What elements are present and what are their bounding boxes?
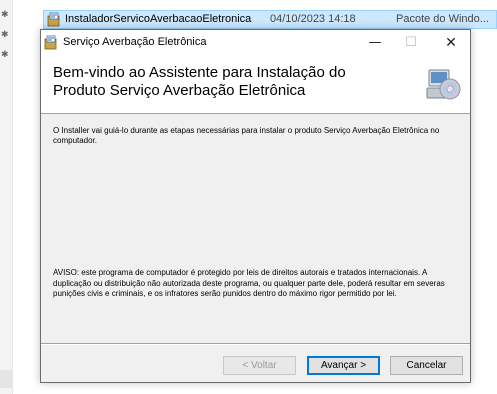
installer-dialog: Serviço Averbação Eletrônica — ☐ ✕ Bem-v… bbox=[40, 29, 471, 383]
cancel-button[interactable]: Cancelar bbox=[390, 356, 463, 375]
file-type: Pacote do Windo... bbox=[396, 13, 489, 25]
pin-icon[interactable]: ✱ bbox=[1, 10, 11, 20]
window-title: Serviço Averbação Eletrônica bbox=[63, 36, 207, 48]
pin-icon[interactable]: ✱ bbox=[1, 50, 11, 60]
maximize-button: ☐ bbox=[405, 35, 417, 50]
installer-package-icon bbox=[47, 12, 60, 27]
explorer-pane-item[interactable] bbox=[0, 370, 12, 388]
file-name[interactable]: InstaladorServicoAverbacaoEletronica bbox=[65, 13, 251, 25]
explorer-quick-access-pane: ✱ ✱ ✱ bbox=[0, 0, 13, 394]
next-button[interactable]: Avançar > bbox=[307, 356, 380, 375]
file-row-selected[interactable]: InstaladorServicoAverbacaoEletronica 04/… bbox=[43, 10, 497, 29]
back-button: < Voltar bbox=[223, 356, 296, 375]
intro-text: O Installer vai guiá-lo durante as etapa… bbox=[53, 126, 440, 145]
copyright-warning: AVISO: este programa de computador é pro… bbox=[53, 268, 445, 298]
close-button[interactable]: ✕ bbox=[433, 30, 469, 56]
installer-app-icon bbox=[44, 35, 57, 50]
footer-separator bbox=[41, 343, 470, 345]
wizard-banner: Bem-vindo ao Assistente para Instalação … bbox=[41, 56, 470, 114]
wizard-content: O Installer vai guiá-lo durante as etapa… bbox=[41, 114, 470, 342]
wizard-heading: Bem-vindo ao Assistente para Instalação … bbox=[53, 64, 413, 100]
minimize-button[interactable]: — bbox=[357, 30, 393, 56]
computer-cd-icon bbox=[426, 69, 461, 100]
file-modified-date: 04/10/2023 14:18 bbox=[270, 13, 356, 25]
wizard-heading-line-2: Produto Serviço Averbação Eletrônica bbox=[53, 82, 306, 99]
wizard-heading-line-1: Bem-vindo ao Assistente para Instalação … bbox=[53, 64, 346, 81]
pin-icon[interactable]: ✱ bbox=[1, 30, 11, 40]
title-bar[interactable]: Serviço Averbação Eletrônica — ☐ ✕ bbox=[41, 30, 470, 56]
